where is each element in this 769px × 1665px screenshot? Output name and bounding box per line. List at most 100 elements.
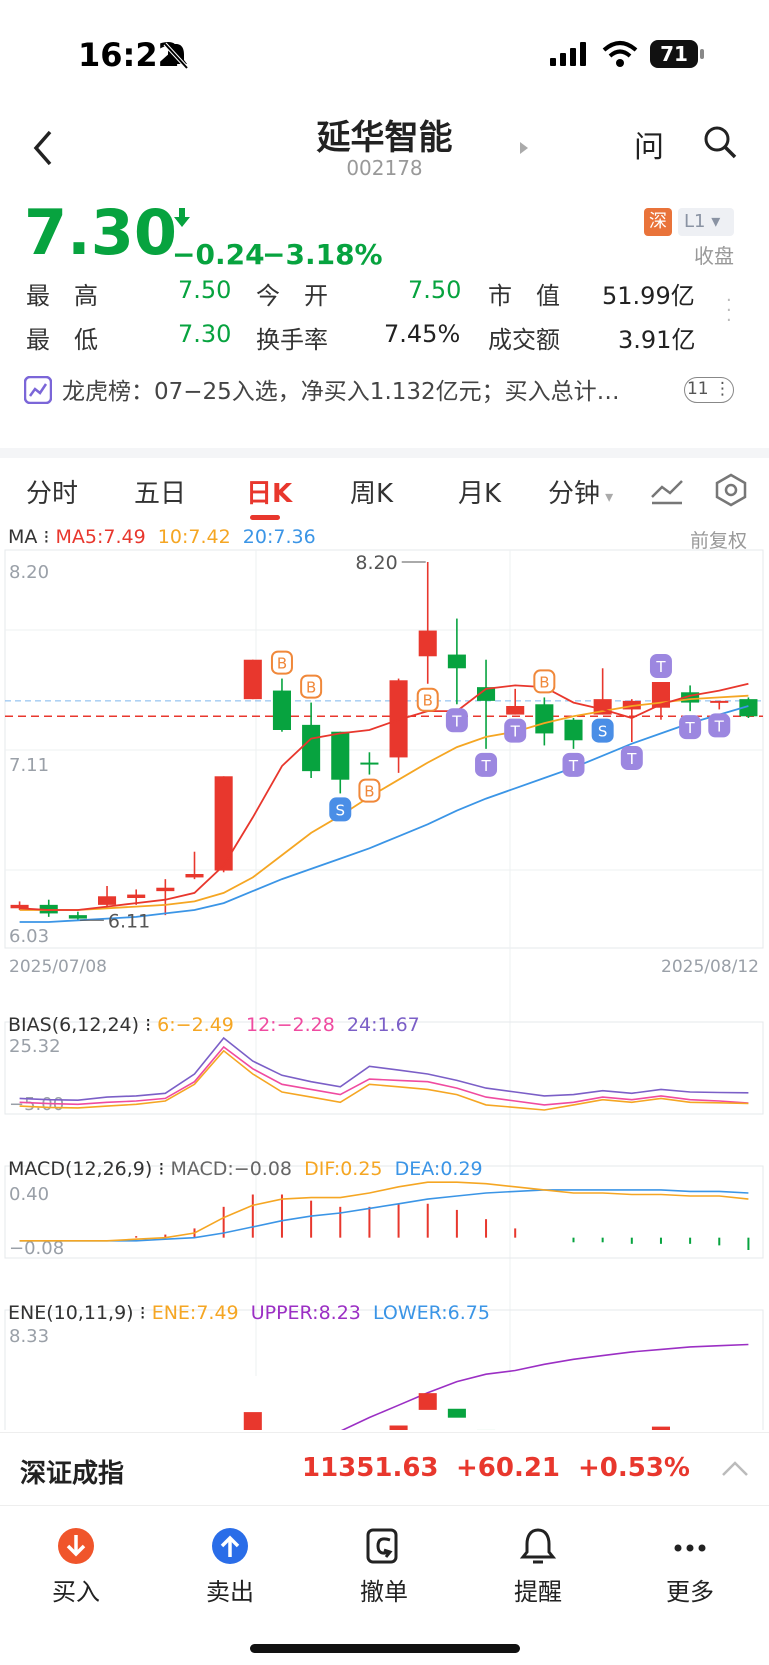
bias-top-label: 25.32 xyxy=(9,1036,61,1057)
low-label: 最 低 xyxy=(26,326,98,354)
candle-body xyxy=(98,896,117,905)
bias-legend: BIAS(6,12,24) ⁝ 6:−2.49 12:−2.28 24:1.67 xyxy=(8,1014,420,1036)
macd-top-label: 0.40 xyxy=(9,1184,49,1205)
signal-marker-label: B xyxy=(364,783,374,801)
buy-button[interactable]: 买入 xyxy=(26,1526,126,1607)
buy-icon xyxy=(58,1528,94,1564)
down-arrow-icon xyxy=(174,208,190,227)
ma10-line xyxy=(19,694,749,911)
open-label: 今 开 xyxy=(256,282,328,310)
signal-marker-label: T xyxy=(714,717,725,735)
signal-marker-label: T xyxy=(451,712,462,730)
low-price-label: 6.11 xyxy=(108,910,150,932)
ene-candle-body xyxy=(243,1412,262,1430)
battery-tip xyxy=(700,49,704,59)
bias24-legend: 24:1.67 xyxy=(346,1014,420,1036)
candle-body xyxy=(68,915,87,919)
signal-marker-label: T xyxy=(626,750,637,768)
ene-top-label: 8.33 xyxy=(9,1326,49,1347)
signal-marker-label: S xyxy=(598,723,608,741)
signal-marker-label: S xyxy=(336,801,346,819)
market-tag: 深 xyxy=(644,208,672,236)
home-indicator xyxy=(250,1644,520,1653)
trend-chart-icon xyxy=(24,376,52,404)
signal-marker-label: T xyxy=(480,757,491,775)
settings-hexagon-icon[interactable] xyxy=(714,473,748,507)
alert-button[interactable]: 提醒 xyxy=(488,1526,588,1607)
more-dots-icon[interactable]: · · · xyxy=(726,292,732,330)
candle-body xyxy=(331,731,350,780)
tab-monthly-k[interactable]: 月K xyxy=(458,473,501,510)
next-stock-arrow-icon[interactable] xyxy=(518,140,530,156)
macd-value-legend: MACD:−0.08 xyxy=(170,1158,293,1180)
tab-minute-label: 分钟 xyxy=(548,479,601,509)
market-cap-value: 51.99亿 xyxy=(602,282,695,310)
dif-legend: DIF:0.25 xyxy=(304,1158,383,1180)
candle-body xyxy=(418,630,437,657)
dragon-tiger-text: 龙虎榜：07−25入选，净买入1.132亿元；买入总计… xyxy=(62,379,620,405)
chevron-up-icon[interactable] xyxy=(720,1459,750,1479)
signal-marker-label: T xyxy=(685,719,696,737)
ma20-line xyxy=(19,705,749,923)
price-change: −0.24 xyxy=(172,238,265,271)
candlestick-chart: 8.207.116.038.206.11BBSBBTTTBTSTTT T2025/… xyxy=(4,549,764,1430)
index-name: 深证成指 xyxy=(20,1459,125,1489)
tab-five-day[interactable]: 五日 xyxy=(134,473,186,510)
dea-line xyxy=(19,1189,749,1242)
dragon-tiger-count[interactable]: 11 ⋮ xyxy=(684,377,734,403)
y-axis-bottom-label: 6.03 xyxy=(9,926,49,947)
cancel-order-button[interactable]: 撤单 xyxy=(334,1526,434,1607)
battery-icon: 71 xyxy=(650,40,698,68)
last-price: 7.30 xyxy=(24,196,177,269)
bottom-action-bar: 买入 卖出 撤单 提醒 更多 xyxy=(0,1505,769,1665)
buy-label: 买入 xyxy=(52,1578,100,1606)
chevron-down-icon: ▾ xyxy=(600,487,614,506)
tab-intraday[interactable]: 分时 xyxy=(26,473,78,510)
tab-minute[interactable]: 分钟 ▾ xyxy=(548,473,613,510)
low-value: 7.30 xyxy=(178,320,232,348)
ask-button[interactable]: 问 xyxy=(634,122,664,166)
dragon-tiger-count-value: 11 xyxy=(686,379,709,399)
level-tag[interactable]: L1 ▾ xyxy=(678,208,734,236)
turnover-rate-value: 7.45% xyxy=(384,320,461,348)
market-state: 收盘 xyxy=(694,244,734,268)
turnover-amount-value: 3.91亿 xyxy=(618,326,696,354)
index-value: 11351.63 xyxy=(302,1453,439,1483)
index-change-pct: +0.53% xyxy=(578,1453,690,1483)
search-icon[interactable] xyxy=(702,124,738,160)
candle-body xyxy=(272,690,291,730)
sell-icon xyxy=(212,1528,248,1564)
index-ticker-bar[interactable]: 深证成指 11351.63 +60.21 +0.53% xyxy=(0,1432,769,1504)
dragon-tiger-row[interactable]: 龙虎榜：07−25入选，净买入1.132亿元；买入总计… 11 ⋮ xyxy=(0,364,769,414)
bell-icon xyxy=(519,1528,557,1564)
start-date-label: 2025/07/08 xyxy=(9,957,107,977)
turnover-amount-label: 成交额 xyxy=(488,326,560,354)
battery-level: 71 xyxy=(660,42,688,66)
market-cap-label: 市 值 xyxy=(488,282,560,310)
kline-chart-area[interactable]: MA ⁝ MA5:7.49 10:7.42 20:7.36 前复权 8.20 7.… xyxy=(0,520,769,1430)
drawing-line-icon[interactable] xyxy=(650,477,684,505)
ene-value-legend: ENE:7.49 xyxy=(151,1302,239,1324)
signal-icon xyxy=(550,42,586,66)
end-date-label: 2025/08/12 xyxy=(661,957,759,977)
dif-line xyxy=(19,1181,749,1242)
main-panel-frame xyxy=(4,549,764,949)
candle-body xyxy=(302,724,321,772)
candle-body xyxy=(127,894,146,898)
sell-label: 卖出 xyxy=(206,1578,254,1606)
high-label: 最 高 xyxy=(26,282,98,310)
quote-panel: 7.30 −0.24 −3.18% 深 L1 ▾ 收盘 最 高 7.50 今 开… xyxy=(0,196,769,440)
signal-marker-label: B xyxy=(539,673,549,691)
bias24-line xyxy=(19,1036,749,1102)
bias-label: BIAS(6,12,24) xyxy=(8,1014,140,1036)
status-bar: 16:22 71 xyxy=(0,0,769,110)
y-axis-mid-label: 7.11 xyxy=(9,755,49,776)
signal-marker-label: T xyxy=(655,658,666,676)
high-value: 7.50 xyxy=(178,276,232,304)
sell-button[interactable]: 卖出 xyxy=(180,1526,280,1607)
tab-daily-k[interactable]: 日K xyxy=(246,473,292,510)
tab-weekly-k[interactable]: 周K xyxy=(350,473,393,510)
ene-candle-body xyxy=(651,1426,670,1430)
more-button[interactable]: 更多 xyxy=(640,1526,740,1607)
ene-candle-body xyxy=(447,1408,466,1418)
